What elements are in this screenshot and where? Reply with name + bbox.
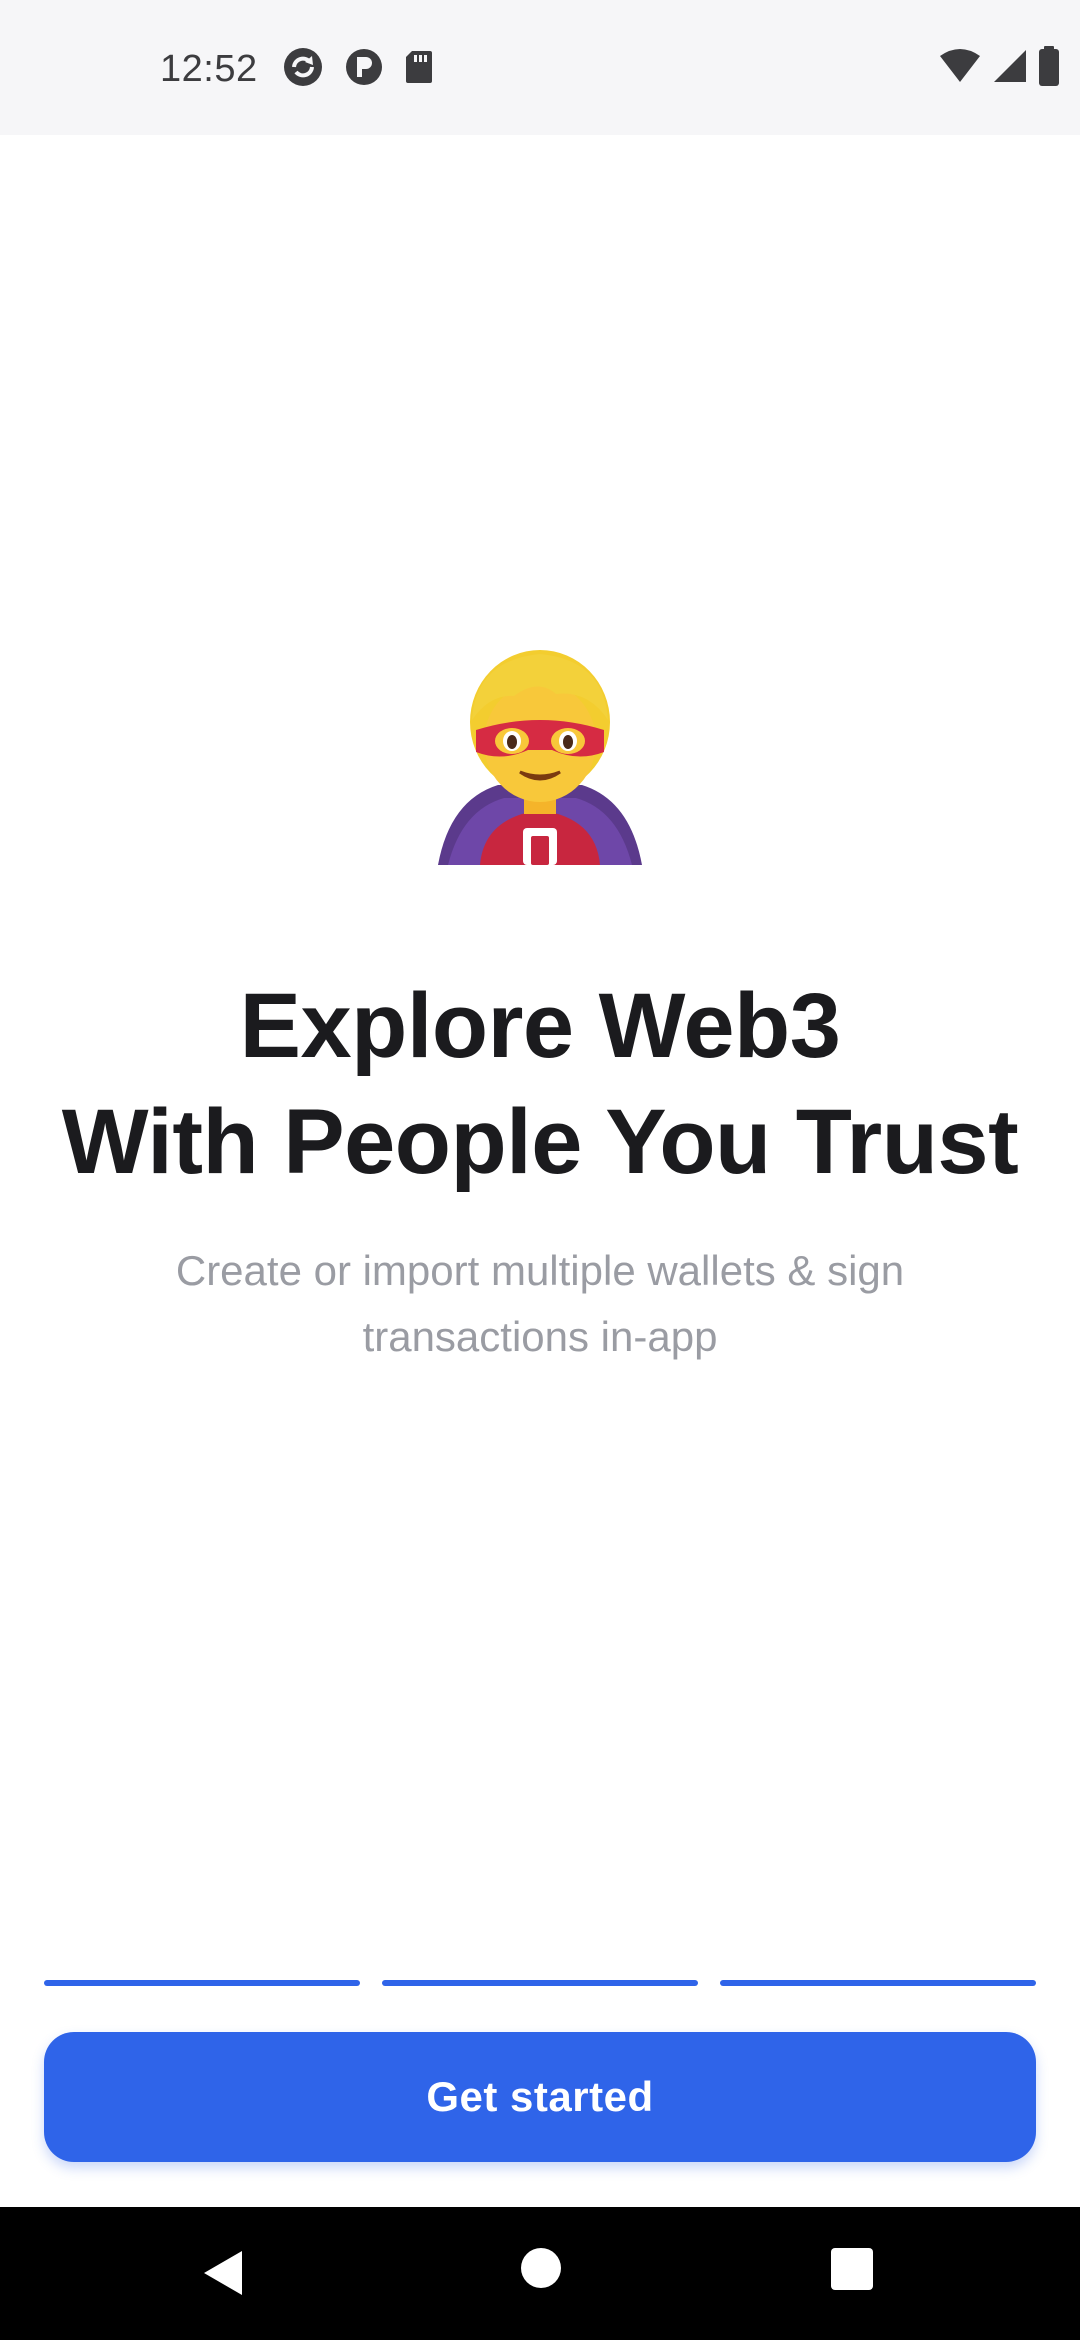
get-started-button[interactable]: Get started [44, 2032, 1036, 2162]
wifi-icon [938, 48, 982, 89]
page-title: Explore Web3 With People You Trust [0, 968, 1080, 1200]
back-icon[interactable] [200, 2247, 248, 2304]
page-subtitle: Create or import multiple wallets & sign… [120, 1238, 960, 1370]
page-title-line-2: With People You Trust [61, 1091, 1019, 1193]
battery-icon [1038, 46, 1060, 91]
status-bar: 12:52 [0, 0, 1080, 135]
status-time: 12:52 [160, 48, 258, 90]
recents-icon[interactable] [830, 2247, 874, 2296]
home-icon[interactable] [520, 2247, 562, 2294]
progress-segment-1 [44, 1980, 360, 1986]
onboarding-progress [44, 1980, 1036, 1986]
status-notification-icons [282, 46, 434, 88]
onboarding-screen: 12:52 Explore Web3 With People You Trust… [0, 0, 1080, 2340]
sd-card-icon [404, 49, 434, 85]
app-p-icon [344, 47, 384, 87]
cellular-signal-icon [992, 48, 1028, 89]
page-subtitle-line-2: transactions in-app [362, 1313, 718, 1360]
status-system-icons [938, 46, 1060, 91]
page-title-line-1: Explore Web3 [239, 975, 841, 1077]
hero-illustration [0, 650, 1080, 865]
superhero-emoji [438, 650, 642, 865]
progress-segment-2 [382, 1980, 698, 1986]
sync-icon [282, 46, 324, 88]
page-subtitle-line-1: Create or import multiple wallets & sign [175, 1247, 905, 1294]
system-nav-bar [0, 2207, 1080, 2340]
progress-segment-3 [720, 1980, 1036, 1986]
